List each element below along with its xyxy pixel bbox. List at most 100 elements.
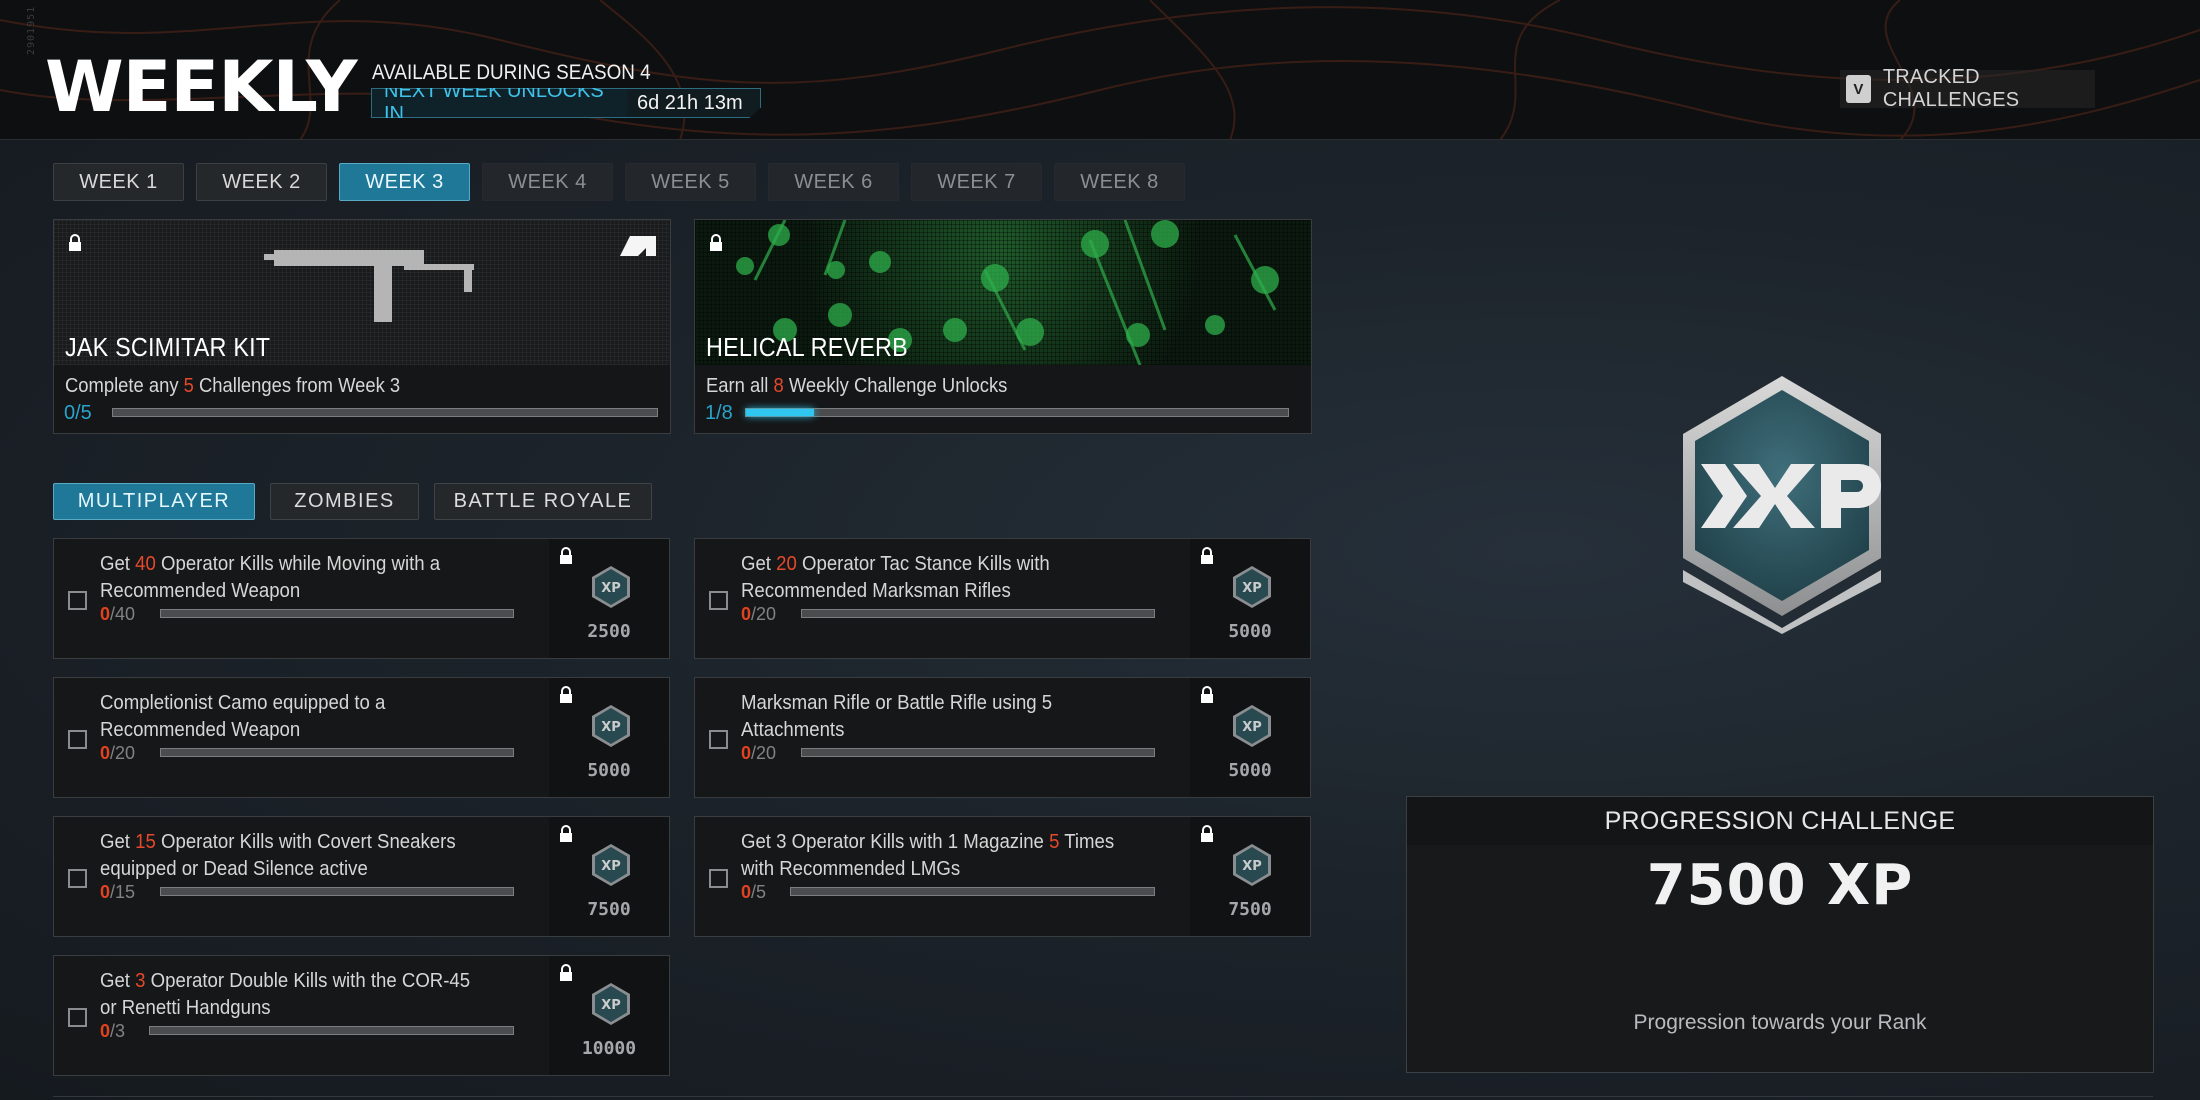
tab-battle-royale[interactable]: BATTLE ROYALE (434, 483, 652, 520)
track-checkbox[interactable] (68, 730, 87, 749)
challenge-progress-text: 0/20 (741, 743, 776, 764)
track-checkbox[interactable] (709, 869, 728, 888)
progress-total: /20 (110, 743, 136, 763)
xp-token-icon: XP (592, 844, 630, 886)
challenge-card[interactable]: Get 20 Operator Tac Stance Kills with Re… (694, 538, 1311, 659)
track-checkbox[interactable] (68, 1008, 87, 1027)
challenge-card[interactable]: Get 3 Operator Double Kills with the COR… (53, 955, 670, 1076)
desc-text: Operator Double Kills with the COR-45 or… (100, 970, 471, 1019)
lock-icon (560, 964, 572, 981)
xp-reward-amount: 5000 (1228, 760, 1272, 781)
header: 2901951 WEEKLY AVAILABLE DURING SEASON 4… (0, 0, 2200, 140)
challenge-reward: XP 5000 (549, 678, 669, 797)
challenge-progress-text: 0/5 (741, 882, 766, 903)
desc-count: 15 (135, 831, 156, 853)
svg-text:XP: XP (601, 859, 621, 874)
page-title: WEEKLY (44, 46, 358, 128)
reward-progress-bar (112, 408, 658, 417)
track-checkbox[interactable] (709, 591, 728, 610)
svg-text:XP: XP (1242, 859, 1262, 874)
tab-week-5[interactable]: WEEK 5 (625, 163, 756, 201)
xp-token-icon: XP (1233, 705, 1271, 747)
lock-icon (560, 825, 572, 842)
reward-card-helical-reverb[interactable]: HELICAL REVERB Earn all 8 Weekly Challen… (694, 219, 1312, 434)
challenge-progress-text: 0/15 (100, 882, 135, 903)
desc-text: Get (741, 553, 777, 575)
keybind-v-icon: V (1846, 75, 1871, 103)
progress-current: 0 (100, 743, 111, 763)
challenge-reward: XP 2500 (549, 539, 669, 658)
xp-reward-amount: 10000 (581, 1038, 637, 1059)
challenge-progress-text: 0/3 (100, 1021, 125, 1042)
lock-icon (560, 686, 572, 703)
desc-text: Get (100, 970, 136, 992)
progression-xp-amount: 7500 XP (1646, 853, 1914, 918)
challenge-progress-bar (149, 1026, 514, 1035)
track-checkbox[interactable] (68, 869, 87, 888)
challenge-description: Get 3 Operator Kills with 1 Magazine 5 T… (741, 829, 1132, 883)
progress-current: 0 (741, 604, 752, 624)
tracked-challenges-button[interactable]: V TRACKED CHALLENGES (1840, 66, 2095, 111)
unlock-time: 6d 21h 13m (627, 89, 760, 117)
mode-tabs: MULTIPLAYER ZOMBIES BATTLE ROYALE (53, 483, 652, 520)
tab-week-6[interactable]: WEEK 6 (768, 163, 899, 201)
progress-current: 0 (100, 882, 111, 902)
lock-icon (1201, 825, 1213, 842)
xp-token-icon: XP (592, 705, 630, 747)
xp-token-icon: XP (1233, 844, 1271, 886)
challenge-progress-bar (160, 609, 514, 618)
progress-total: /40 (110, 604, 136, 624)
tab-multiplayer[interactable]: MULTIPLAYER (53, 483, 255, 520)
challenge-card[interactable]: Completionist Camo equipped to a Recomme… (53, 677, 670, 798)
progress-total: /5 (751, 882, 767, 902)
desc-text: Marksman Rifle or Battle Rifle using 5 A… (741, 692, 1053, 741)
challenge-progress-bar (160, 748, 514, 757)
desc-text: Completionist Camo equipped to a Recomme… (100, 692, 386, 741)
track-checkbox[interactable] (709, 730, 728, 749)
progress-current: 0 (100, 1021, 111, 1041)
challenge-progress-text: 0/40 (100, 604, 135, 625)
challenge-card[interactable]: Get 40 Operator Kills while Moving with … (53, 538, 670, 659)
tab-week-4[interactable]: WEEK 4 (482, 163, 613, 201)
lock-icon (710, 234, 722, 251)
progress-current: 0 (741, 743, 752, 763)
lock-icon (1201, 547, 1213, 564)
desc-text: Earn all (706, 375, 774, 397)
xp-reward-amount: 2500 (587, 621, 631, 642)
track-checkbox[interactable] (68, 591, 87, 610)
jak-brand-icon (620, 236, 656, 256)
reward-progress-bar (745, 408, 1289, 417)
tab-week-1[interactable]: WEEK 1 (53, 163, 184, 201)
xp-reward-amount: 5000 (587, 760, 631, 781)
svg-text:XP: XP (1242, 581, 1262, 596)
tab-week-3[interactable]: WEEK 3 (339, 163, 470, 201)
xp-reward-amount: 7500 (587, 899, 631, 920)
challenge-progress-bar (801, 748, 1155, 757)
divider (53, 1096, 2153, 1097)
week-tabs: WEEK 1 WEEK 2 WEEK 3 WEEK 4 WEEK 5 WEEK … (53, 163, 1185, 201)
tracked-challenges-label: TRACKED CHALLENGES (1882, 66, 2020, 111)
challenge-card[interactable]: Get 15 Operator Kills with Covert Sneake… (53, 816, 670, 937)
svg-text:XP: XP (601, 720, 621, 735)
reward-title: HELICAL REVERB (706, 332, 908, 362)
tab-zombies[interactable]: ZOMBIES (270, 483, 419, 520)
desc-text: Get 3 Operator Kills with 1 Magazine (741, 831, 1050, 853)
xp-token-icon: XP (1233, 566, 1271, 608)
progress-total: /20 (751, 604, 777, 624)
tab-week-7[interactable]: WEEK 7 (911, 163, 1042, 201)
challenge-description: Get 20 Operator Tac Stance Kills with Re… (741, 551, 1132, 605)
progress-current: 0 (741, 882, 752, 902)
desc-count: 3 (135, 970, 146, 992)
tab-week-2[interactable]: WEEK 2 (196, 163, 327, 201)
reward-card-jak-scimitar[interactable]: JAK SCIMITAR KIT Complete any 5 Challeng… (53, 219, 671, 434)
xp-token-icon: XP (592, 983, 630, 1025)
challenge-card[interactable]: Get 3 Operator Kills with 1 Magazine 5 T… (694, 816, 1311, 937)
challenge-description: Get 15 Operator Kills with Covert Sneake… (100, 829, 491, 883)
reward-progress-text: 0/5 (64, 402, 92, 424)
challenge-progress-bar (801, 609, 1155, 618)
lock-icon (69, 234, 81, 251)
desc-text: Get (100, 831, 136, 853)
tab-week-8[interactable]: WEEK 8 (1054, 163, 1185, 201)
desc-count: 40 (135, 553, 156, 575)
challenge-card[interactable]: Marksman Rifle or Battle Rifle using 5 A… (694, 677, 1311, 798)
